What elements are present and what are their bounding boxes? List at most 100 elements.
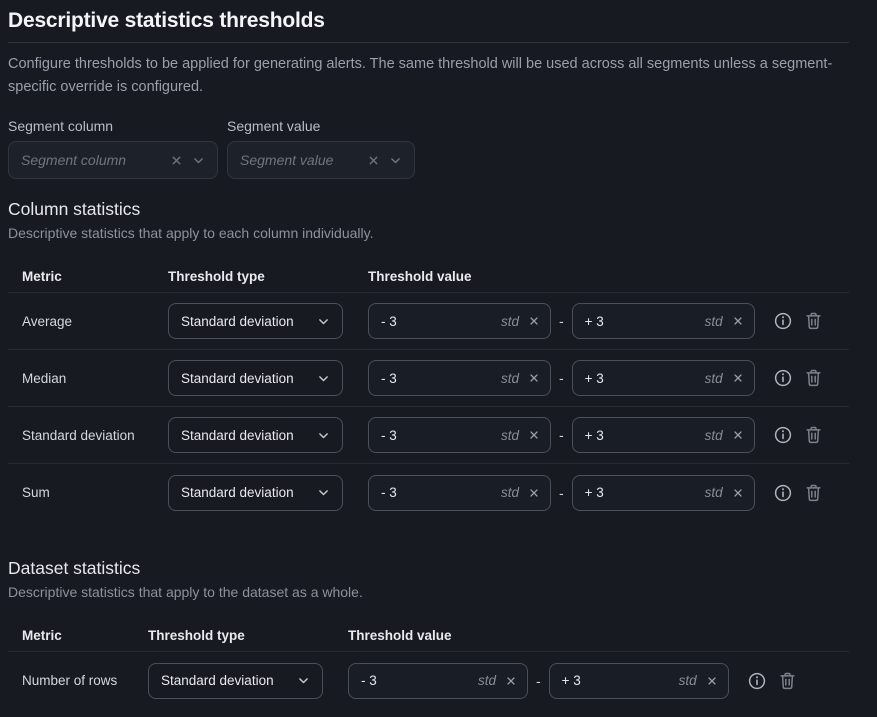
unit-label: std [501, 428, 519, 443]
table-row-standard-deviation: Standard deviation Standard deviation - … [8, 407, 849, 464]
clear-icon[interactable] [528, 315, 540, 327]
threshold-type-dropdown[interactable]: Standard deviation [148, 663, 323, 699]
threshold-type-dropdown[interactable]: Standard deviation [168, 475, 343, 511]
threshold-type-value: Standard deviation [181, 428, 317, 443]
upper-threshold-value: + 3 [585, 314, 604, 329]
delete-row-button[interactable] [803, 424, 824, 446]
lower-threshold-value: - 3 [381, 428, 397, 443]
clear-icon[interactable] [732, 315, 744, 327]
range-separator: - [559, 427, 564, 443]
threshold-type-dropdown[interactable]: Standard deviation [168, 303, 343, 339]
upper-threshold-value: + 3 [562, 673, 581, 688]
threshold-type-dropdown[interactable]: Standard deviation [168, 360, 343, 396]
dataset-statistics-table: Metric Threshold type Threshold value Nu… [8, 619, 849, 709]
clear-icon[interactable] [170, 154, 183, 167]
unit-label: std [705, 371, 723, 386]
unit-label: std [478, 673, 496, 688]
clear-icon[interactable] [732, 487, 744, 499]
header-threshold-value: Threshold value [348, 628, 849, 643]
range-separator: - [536, 673, 541, 689]
clear-icon[interactable] [367, 154, 380, 167]
threshold-type-value: Standard deviation [181, 314, 317, 329]
lower-threshold-input[interactable]: - 3 std [368, 360, 551, 396]
clear-icon[interactable] [732, 429, 744, 441]
section-heading: Dataset statistics [8, 558, 849, 579]
info-icon[interactable] [771, 423, 795, 447]
delete-row-button[interactable] [803, 310, 824, 332]
segment-column-filter: Segment column Segment column [8, 118, 218, 179]
delete-row-button[interactable] [803, 367, 824, 389]
range-separator: - [559, 313, 564, 329]
unit-label: std [705, 485, 723, 500]
segment-column-label: Segment column [8, 118, 218, 134]
segment-column-select[interactable]: Segment column [8, 141, 218, 179]
unit-label: std [501, 314, 519, 329]
page-title: Descriptive statistics thresholds [8, 0, 849, 33]
segment-filters: Segment column Segment column Segment va… [8, 118, 849, 179]
lower-threshold-input[interactable]: - 3 std [368, 417, 551, 453]
unit-label: std [705, 428, 723, 443]
lower-threshold-value: - 3 [381, 314, 397, 329]
table-header-row: Metric Threshold type Threshold value [8, 260, 849, 293]
section-heading: Column statistics [8, 199, 849, 220]
lower-threshold-value: - 3 [361, 673, 377, 688]
lower-threshold-input[interactable]: - 3 std [368, 475, 551, 511]
range-separator: - [559, 485, 564, 501]
header-metric: Metric [22, 628, 148, 643]
upper-threshold-value: + 3 [585, 371, 604, 386]
info-icon[interactable] [745, 669, 769, 693]
page-description: Configure thresholds to be applied for g… [8, 53, 849, 99]
unit-label: std [705, 314, 723, 329]
clear-icon[interactable] [528, 372, 540, 384]
threshold-type-value: Standard deviation [181, 371, 317, 386]
header-threshold-value: Threshold value [368, 269, 849, 284]
column-statistics-section: Column statistics Descriptive statistics… [8, 199, 849, 521]
header-threshold-type: Threshold type [168, 269, 368, 284]
metric-label: Average [22, 314, 168, 329]
clear-icon[interactable] [505, 675, 517, 687]
clear-icon[interactable] [706, 675, 718, 687]
unit-label: std [501, 485, 519, 500]
segment-column-placeholder: Segment column [21, 152, 170, 168]
info-icon[interactable] [771, 366, 795, 390]
delete-row-button[interactable] [777, 670, 798, 692]
table-row-number-of-rows: Number of rows Standard deviation - 3 st… [8, 652, 849, 709]
delete-row-button[interactable] [803, 482, 824, 504]
section-subheading: Descriptive statistics that apply to eac… [8, 225, 849, 241]
clear-icon[interactable] [528, 429, 540, 441]
chevron-down-icon [317, 486, 330, 499]
table-row-average: Average Standard deviation - 3 std - [8, 293, 849, 350]
clear-icon[interactable] [528, 487, 540, 499]
table-row-median: Median Standard deviation - 3 std - [8, 350, 849, 407]
lower-threshold-input[interactable]: - 3 std [348, 663, 528, 699]
lower-threshold-value: - 3 [381, 485, 397, 500]
segment-value-label: Segment value [227, 118, 415, 134]
chevron-down-icon [317, 372, 330, 385]
table-row-sum: Sum Standard deviation - 3 std - + [8, 464, 849, 521]
range-separator: - [559, 370, 564, 386]
chevron-down-icon[interactable] [192, 154, 205, 167]
lower-threshold-value: - 3 [381, 371, 397, 386]
threshold-type-value: Standard deviation [161, 673, 297, 688]
threshold-type-value: Standard deviation [181, 485, 317, 500]
metric-label: Number of rows [22, 673, 148, 688]
upper-threshold-input[interactable]: + 3 std [549, 663, 729, 699]
upper-threshold-input[interactable]: + 3 std [572, 417, 755, 453]
upper-threshold-input[interactable]: + 3 std [572, 303, 755, 339]
upper-threshold-input[interactable]: + 3 std [572, 475, 755, 511]
chevron-down-icon [317, 429, 330, 442]
upper-threshold-value: + 3 [585, 485, 604, 500]
segment-value-select[interactable]: Segment value [227, 141, 415, 179]
clear-icon[interactable] [732, 372, 744, 384]
title-divider [8, 42, 849, 43]
upper-threshold-input[interactable]: + 3 std [572, 360, 755, 396]
metric-label: Standard deviation [22, 428, 168, 443]
threshold-type-dropdown[interactable]: Standard deviation [168, 417, 343, 453]
header-metric: Metric [22, 269, 168, 284]
info-icon[interactable] [771, 309, 795, 333]
chevron-down-icon[interactable] [389, 154, 402, 167]
info-icon[interactable] [771, 481, 795, 505]
segment-value-placeholder: Segment value [240, 152, 367, 168]
lower-threshold-input[interactable]: - 3 std [368, 303, 551, 339]
unit-label: std [679, 673, 697, 688]
